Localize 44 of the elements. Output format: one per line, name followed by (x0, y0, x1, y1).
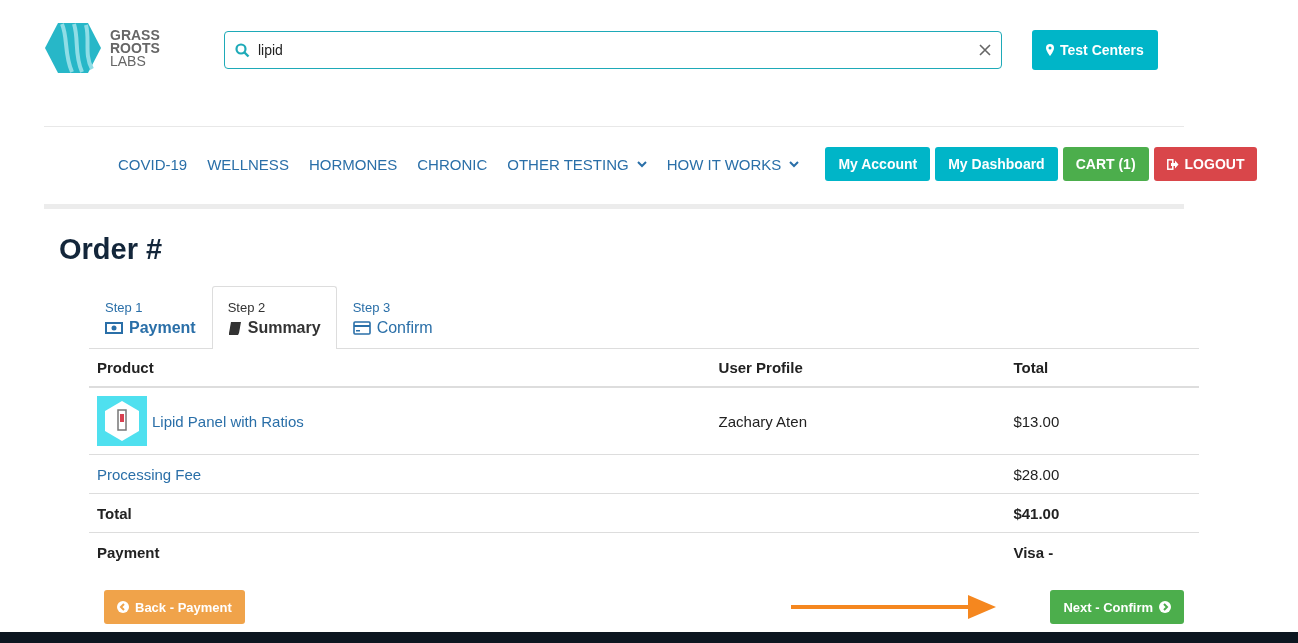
table-cell: $28.00 (1005, 454, 1199, 494)
column-header: Product (89, 349, 711, 387)
search-icon (235, 42, 250, 58)
table-cell: Visa - (1005, 532, 1199, 571)
banknote-icon (105, 322, 123, 334)
next-button[interactable]: Next - Confirm (1050, 590, 1184, 624)
chevron-right-circle-icon (1159, 601, 1171, 613)
table-cell: Zachary Aten (710, 387, 1006, 455)
chevron-left-circle-icon (117, 601, 129, 613)
nav-link[interactable]: OTHER TESTING (507, 155, 647, 173)
nav-button[interactable]: LOGOUT (1153, 147, 1258, 181)
book-icon (227, 320, 242, 336)
step-tab[interactable]: Step 1 Payment (89, 286, 212, 349)
nav-link[interactable]: HOW IT WORKS (666, 155, 800, 173)
chevron-down-icon (636, 160, 647, 168)
column-header: User Profile (710, 349, 1006, 387)
map-pin-icon (1046, 44, 1054, 56)
nav-link[interactable]: COVID-19 (118, 155, 188, 173)
nav-link[interactable]: WELLNESS (207, 155, 289, 173)
nav-button[interactable]: CART (1) (1062, 147, 1149, 181)
step-tab[interactable]: Step 2 Summary (211, 286, 337, 349)
table-cell: Total (89, 493, 711, 533)
logo-text: LABS (110, 54, 146, 68)
credit-card-icon (352, 321, 371, 335)
arrow-icon (791, 594, 997, 620)
product-image (97, 396, 147, 446)
table-cell: $13.00 (1005, 387, 1199, 455)
column-header: Total (1005, 349, 1199, 387)
fee-link[interactable]: Processing Fee (97, 465, 202, 483)
page-title: Order # (59, 233, 164, 266)
search-input[interactable]: lipid (258, 42, 971, 58)
table-cell: Payment (89, 532, 711, 571)
logo-text: GRASS (110, 28, 160, 42)
nav-link[interactable]: HORMONES (308, 155, 398, 173)
product-link[interactable]: Lipid Panel with Ratios (152, 412, 304, 430)
step-tab[interactable]: Step 3 Confirm (336, 286, 449, 349)
logo-text: ROOTS (110, 41, 160, 55)
close-icon[interactable] (979, 44, 991, 56)
search-bar[interactable]: lipid (224, 31, 1002, 69)
table-cell: $41.00 (1005, 493, 1199, 533)
nav-link[interactable]: CHRONIC (417, 155, 488, 173)
logo-icon (44, 22, 102, 74)
sign-out-icon (1166, 158, 1179, 170)
chevron-down-icon (789, 160, 800, 168)
